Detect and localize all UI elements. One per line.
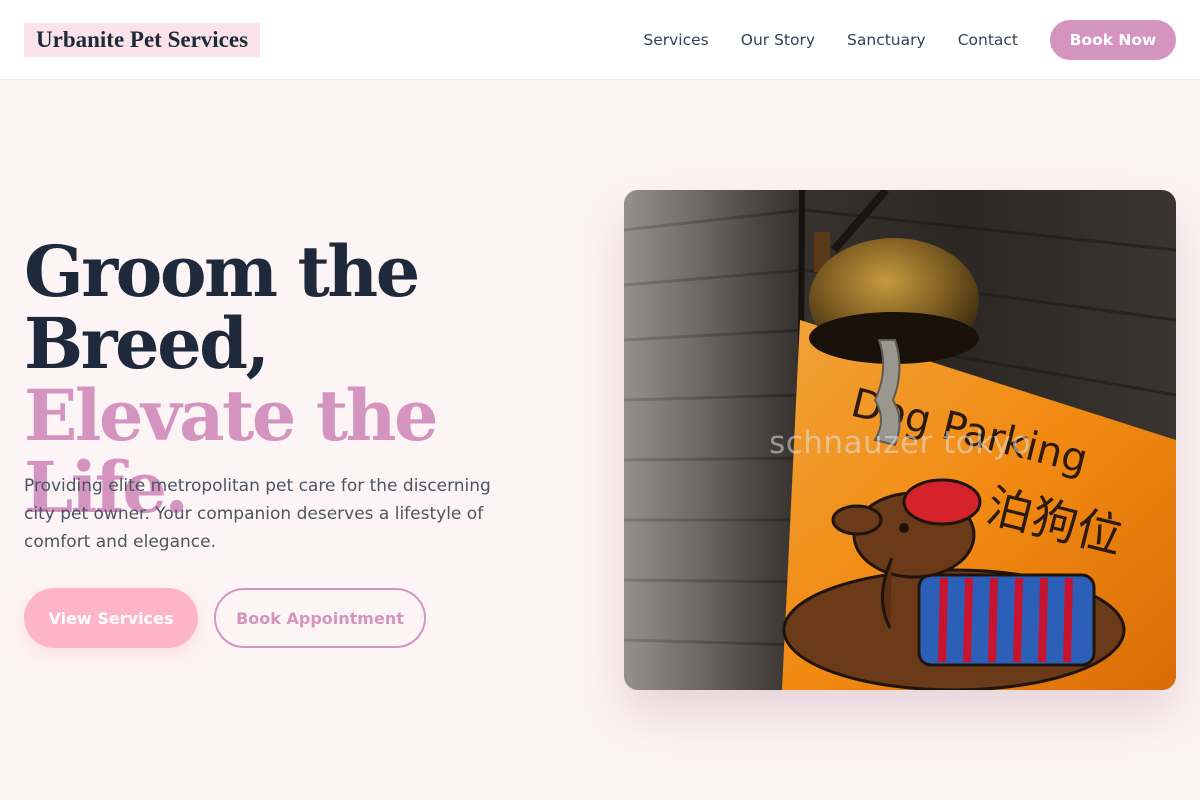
nav-link-sanctuary[interactable]: Sanctuary xyxy=(847,31,926,49)
nav-link-our-story[interactable]: Our Story xyxy=(741,31,815,49)
hero-description: Providing elite metropolitan pet care fo… xyxy=(24,476,491,552)
nav-link-services[interactable]: Services xyxy=(643,31,708,49)
book-appointment-button[interactable]: Book Appointment xyxy=(214,588,426,648)
site-logo[interactable]: Urbanite Pet Services xyxy=(24,23,261,57)
site-header: Urbanite Pet Services Services Our Story… xyxy=(0,0,1200,80)
hero-image: Dog Parking 泊狗位 schnauzer tokyo xyxy=(624,190,1176,690)
headline-line-2: Breed, xyxy=(24,302,270,385)
headline-line-1: Groom the xyxy=(24,230,420,313)
main-nav: Services Our Story Sanctuary Contact Boo… xyxy=(643,0,1176,80)
nav-link-contact[interactable]: Contact xyxy=(958,31,1018,49)
book-now-button[interactable]: Book Now xyxy=(1050,20,1176,60)
view-services-button[interactable]: View Services xyxy=(24,588,198,648)
image-watermark: schnauzer tokyo xyxy=(769,425,1031,461)
